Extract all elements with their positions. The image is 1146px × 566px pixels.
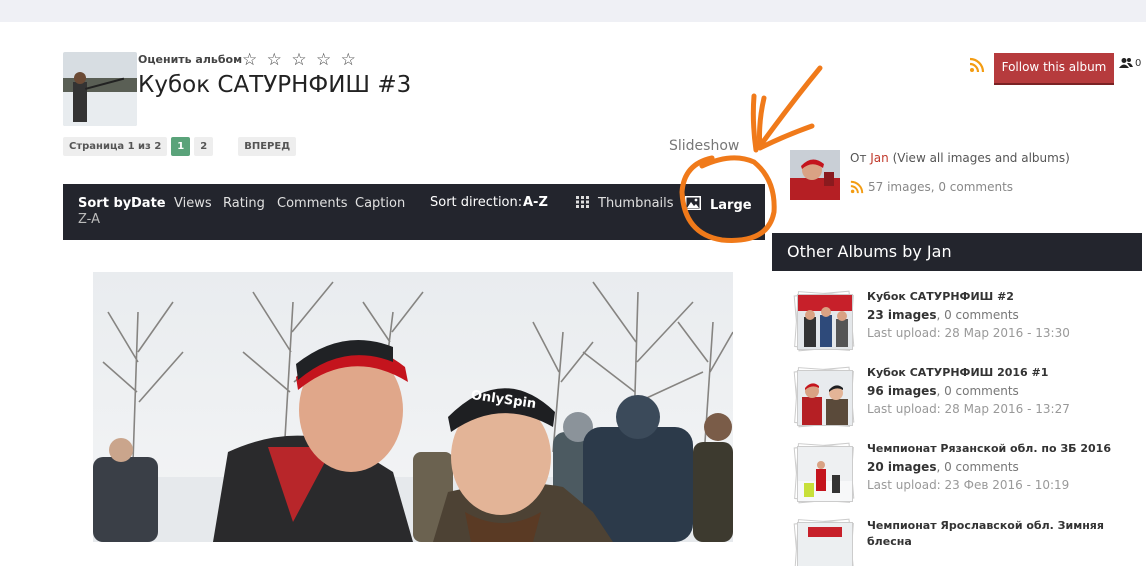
page-2-link[interactable]: 2 (194, 137, 214, 156)
owner-name-link[interactable]: Jan (870, 151, 889, 165)
album-title: Кубок САТУРНФИШ #3 (138, 72, 412, 98)
follow-album-button[interactable]: Follow this album (994, 53, 1114, 85)
image-icon (685, 196, 701, 210)
list-item[interactable]: Кубок САТУРНФИШ 2016 #1 96 images, 0 com… (793, 366, 1133, 432)
star-icon[interactable]: ☆ (316, 50, 333, 70)
sort-caption[interactable]: Caption (355, 196, 405, 211)
next-page-link[interactable]: ВПЕРЕД (238, 137, 297, 156)
follower-count: 0 (1119, 57, 1141, 69)
main-photo[interactable]: OnlySpin (93, 272, 733, 542)
album-cover-thumbnail[interactable] (63, 52, 137, 126)
large-label: Large (710, 198, 752, 213)
album-thumbnail[interactable] (793, 290, 855, 352)
other-albums-heading: Other Albums by Jan (772, 233, 1142, 271)
view-thumbnails[interactable]: Thumbnails (576, 196, 674, 211)
sort-views[interactable]: Views (174, 196, 212, 211)
sort-toolbar: Sort by: Date Views Rating Comments Capt… (63, 184, 765, 240)
owner-avatar[interactable] (790, 150, 840, 200)
album-last-upload: Last upload: 23 Фев 2016 - 10:19 (867, 478, 1070, 492)
grid-icon (576, 196, 589, 208)
star-icon[interactable]: ☆ (291, 50, 308, 70)
list-item[interactable]: Чемпионат Рязанской обл. по ЗБ 2016 20 i… (793, 442, 1133, 508)
album-counts: 96 images, 0 comments (867, 384, 1019, 398)
page-1-link[interactable]: 1 (171, 137, 191, 156)
follower-count-value: 0 (1135, 57, 1142, 69)
album-counts: 23 images, 0 comments (867, 308, 1019, 322)
album-last-upload: Last upload: 28 Мар 2016 - 13:27 (867, 402, 1070, 416)
album-counts: 20 images, 0 comments (867, 460, 1019, 474)
sort-direction-az[interactable]: A-Z (523, 195, 548, 210)
star-icon[interactable]: ☆ (267, 50, 284, 70)
album-title-link[interactable]: Чемпионат Рязанской обл. по ЗБ 2016 (867, 442, 1111, 455)
top-bar (0, 0, 1146, 22)
owner-line: От Jan (View all images and albums) (850, 151, 1070, 165)
thumbnails-label: Thumbnails (598, 196, 674, 211)
sort-rating[interactable]: Rating (223, 196, 265, 211)
sort-direction-label: Sort direction: (430, 195, 523, 210)
album-thumbnail[interactable] (793, 442, 855, 504)
owner-stats-text: 57 images, 0 comments (868, 180, 1014, 194)
album-title-link[interactable]: Кубок САТУРНФИШ #2 (867, 290, 1014, 303)
star-icon[interactable]: ☆ (341, 50, 358, 70)
sort-date[interactable]: Date (131, 196, 166, 211)
sort-direction-za[interactable]: Z-A (78, 212, 100, 227)
owner-by-label: От (850, 151, 867, 165)
album-thumbnail[interactable] (793, 366, 855, 428)
album-title-link[interactable]: Чемпионат Ярославской обл. Зимняя блесна (867, 518, 1133, 550)
users-icon (1119, 58, 1133, 68)
star-icon[interactable]: ☆ (242, 50, 259, 70)
pagination: Страница 1 из 2 1 2 ВПЕРЕД (63, 137, 297, 156)
page-info: Страница 1 из 2 (63, 137, 168, 156)
album-thumbnail[interactable] (793, 518, 855, 566)
rss-icon[interactable] (850, 180, 864, 194)
view-all-link[interactable]: (View all images and albums) (893, 151, 1070, 165)
list-item[interactable]: Кубок САТУРНФИШ #2 23 images, 0 comments… (793, 290, 1133, 356)
sort-by-label: Sort by: (78, 196, 137, 211)
owner-stats: 57 images, 0 comments (850, 180, 1013, 194)
album-last-upload: Last upload: 28 Мар 2016 - 13:30 (867, 326, 1070, 340)
view-large[interactable]: Large (685, 196, 752, 213)
sort-comments[interactable]: Comments (277, 196, 347, 211)
rating-stars[interactable]: ☆ ☆ ☆ ☆ ☆ (242, 50, 358, 70)
slideshow-link[interactable]: Slideshow (669, 138, 739, 154)
album-title-link[interactable]: Кубок САТУРНФИШ 2016 #1 (867, 366, 1048, 379)
rss-icon[interactable] (969, 57, 985, 73)
list-item[interactable]: Чемпионат Ярославской обл. Зимняя блесна (793, 518, 1133, 566)
rate-album-label: Оценить альбом (138, 53, 243, 66)
